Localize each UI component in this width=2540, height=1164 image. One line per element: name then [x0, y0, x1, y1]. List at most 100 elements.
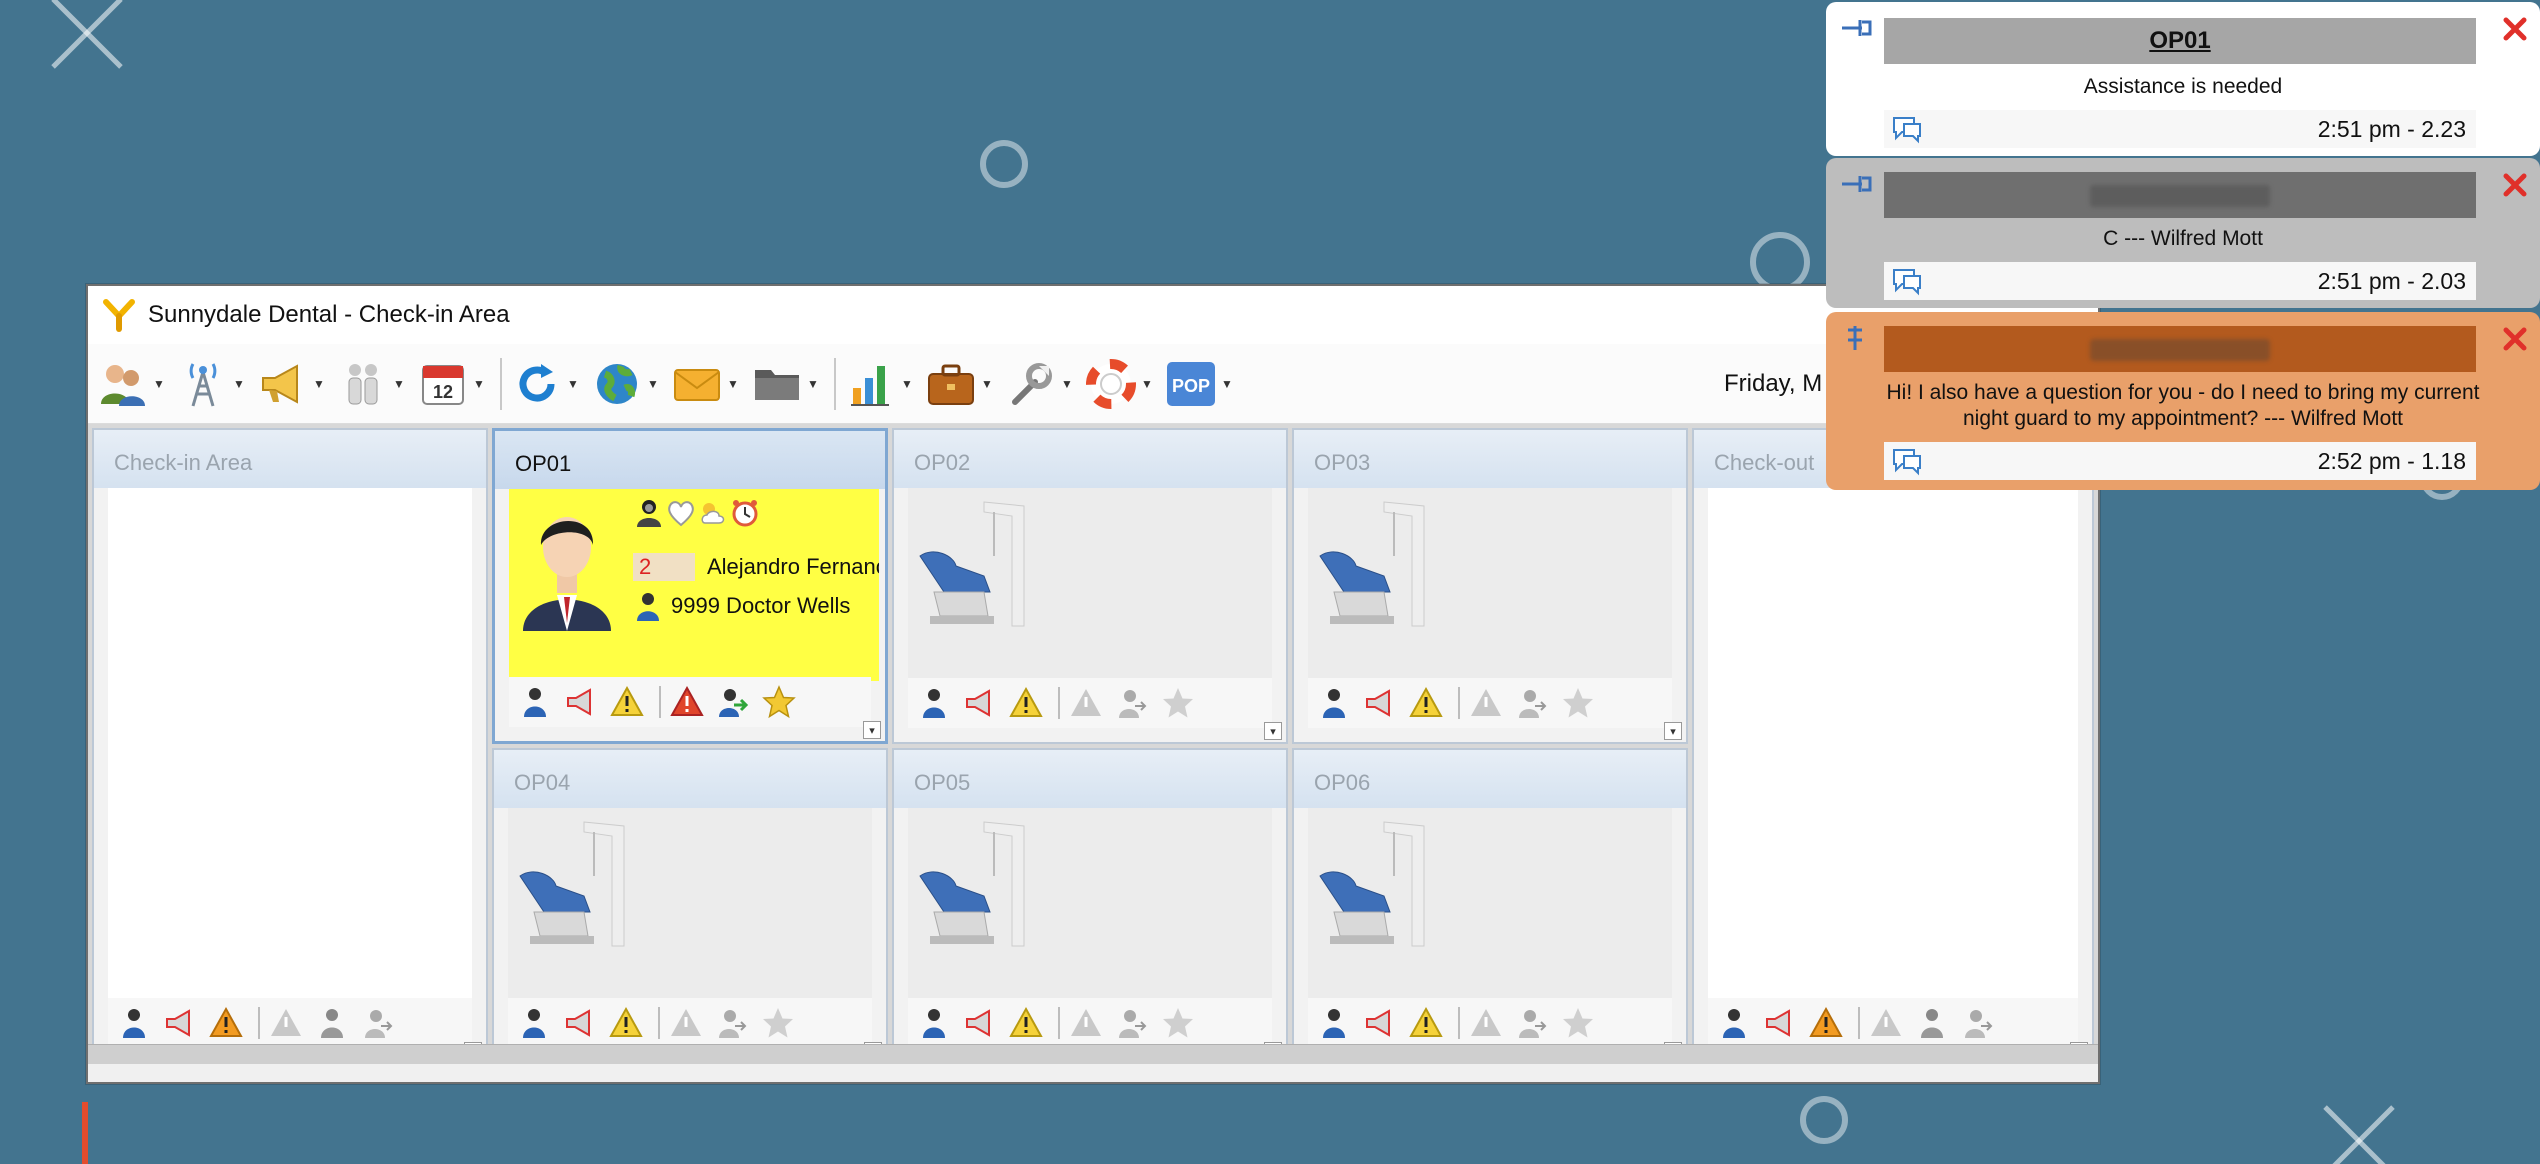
patient-name[interactable]: Alejandro Fernanc: [707, 554, 879, 580]
warning-yellow-icon[interactable]: [1006, 683, 1046, 723]
calendar-dropdown-arrow[interactable]: ▼: [472, 354, 486, 414]
mail-dropdown-arrow[interactable]: ▼: [726, 354, 740, 414]
tools-dropdown-arrow[interactable]: ▼: [1060, 354, 1074, 414]
staff-icon[interactable]: [334, 355, 392, 413]
warning-gray-icon[interactable]: [1466, 1003, 1506, 1043]
heart-icon[interactable]: [665, 497, 697, 529]
person-blue-icon[interactable]: [514, 1003, 554, 1043]
patients-dropdown-arrow[interactable]: ▼: [152, 354, 166, 414]
room-body[interactable]: [908, 488, 1272, 678]
pin-icon[interactable]: [1838, 170, 1872, 198]
notification-message-3[interactable]: Hi! I also have a question for you - do …: [1826, 312, 2540, 490]
room-check-out[interactable]: Check-out ▾: [1692, 428, 2094, 1064]
megaphone-red-icon[interactable]: [561, 682, 601, 722]
patients-icon[interactable]: [94, 355, 152, 413]
person-gray-icon[interactable]: [312, 1003, 352, 1043]
transfer-gray-icon[interactable]: [1958, 1003, 1998, 1043]
person-blue-icon[interactable]: [114, 1003, 154, 1043]
close-icon[interactable]: [2500, 170, 2530, 200]
room-op04[interactable]: OP04 ▾: [492, 748, 888, 1064]
room-dropdown-button[interactable]: ▾: [863, 721, 881, 739]
warning-gray-icon[interactable]: [666, 1003, 706, 1043]
warning-gray-icon[interactable]: [1066, 683, 1106, 723]
briefcase-icon[interactable]: [922, 355, 980, 413]
reply-chat-icon[interactable]: [1890, 266, 1924, 296]
person-blue-icon[interactable]: [515, 682, 555, 722]
chart-dropdown-arrow[interactable]: ▼: [900, 354, 914, 414]
warning-yellow-icon[interactable]: [1406, 683, 1446, 723]
megaphone-red-icon[interactable]: [1360, 683, 1400, 723]
folder-icon[interactable]: [748, 355, 806, 413]
transfer-gray-icon[interactable]: [712, 1003, 752, 1043]
globe-icon[interactable]: [588, 355, 646, 413]
megaphone-red-icon[interactable]: [960, 1003, 1000, 1043]
pop-icon[interactable]: POP: [1162, 355, 1220, 413]
chart-icon[interactable]: [842, 355, 900, 413]
transfer-gray-icon[interactable]: [1512, 683, 1552, 723]
staff-dropdown-arrow[interactable]: ▼: [392, 354, 406, 414]
close-icon[interactable]: [2500, 14, 2530, 44]
room-body[interactable]: [508, 808, 872, 998]
room-body[interactable]: [1308, 488, 1672, 678]
broadcast-icon[interactable]: [174, 355, 232, 413]
warning-yellow-icon[interactable]: [606, 1003, 646, 1043]
reply-chat-icon[interactable]: [1890, 446, 1924, 476]
transfer-gray-icon[interactable]: [358, 1003, 398, 1043]
star-gray-icon[interactable]: [1558, 683, 1598, 723]
megaphone-red-icon[interactable]: [1760, 1003, 1800, 1043]
pin-icon[interactable]: [1838, 324, 1872, 352]
megaphone-red-icon[interactable]: [560, 1003, 600, 1043]
megaphone-red-icon[interactable]: [960, 683, 1000, 723]
doctor-icon[interactable]: [633, 497, 665, 529]
person-blue-icon[interactable]: [914, 683, 954, 723]
warning-gray-icon[interactable]: [266, 1003, 306, 1043]
notification-message-2[interactable]: C --- Wilfred Mott 2:51 pm - 2.03: [1826, 158, 2540, 308]
megaphone-red-icon[interactable]: [1360, 1003, 1400, 1043]
warning-yellow-icon[interactable]: [1406, 1003, 1446, 1043]
reply-chat-icon[interactable]: [1890, 114, 1924, 144]
room-op01[interactable]: OP01 2 Alejandro Fernanc 9999 Doctor Wel…: [492, 428, 888, 744]
refresh-icon[interactable]: [508, 355, 566, 413]
room-body[interactable]: [1708, 488, 2078, 998]
warning-gray-icon[interactable]: [1466, 683, 1506, 723]
person-blue-icon[interactable]: [1314, 683, 1354, 723]
help-icon[interactable]: [1082, 355, 1140, 413]
transfer-gray-icon[interactable]: [1512, 1003, 1552, 1043]
tools-icon[interactable]: [1002, 355, 1060, 413]
refresh-dropdown-arrow[interactable]: ▼: [566, 354, 580, 414]
briefcase-dropdown-arrow[interactable]: ▼: [980, 354, 994, 414]
star-gray-icon[interactable]: [1558, 1003, 1598, 1043]
pin-icon[interactable]: [1838, 14, 1872, 42]
megaphone-red-icon[interactable]: [160, 1003, 200, 1043]
person-blue-icon[interactable]: [1314, 1003, 1354, 1043]
calendar-icon[interactable]: 12: [414, 355, 472, 413]
help-dropdown-arrow[interactable]: ▼: [1140, 354, 1154, 414]
warning-orange-icon[interactable]: [1806, 1003, 1846, 1043]
warning-gray-icon[interactable]: [1066, 1003, 1106, 1043]
person-gray-icon[interactable]: [1912, 1003, 1952, 1043]
broadcast-dropdown-arrow[interactable]: ▼: [232, 354, 246, 414]
room-op05[interactable]: OP05 ▾: [892, 748, 1288, 1064]
transfer-gray-icon[interactable]: [1112, 1003, 1152, 1043]
star-gray-icon[interactable]: [1158, 1003, 1198, 1043]
warning-red-icon[interactable]: [667, 682, 707, 722]
room-op02[interactable]: OP02 ▾: [892, 428, 1288, 744]
weather-icon[interactable]: [697, 497, 729, 529]
room-body[interactable]: [908, 808, 1272, 998]
warning-orange-icon[interactable]: [206, 1003, 246, 1043]
star-gold-icon[interactable]: [759, 682, 799, 722]
pop-dropdown-arrow[interactable]: ▼: [1220, 354, 1234, 414]
room-body[interactable]: [1308, 808, 1672, 998]
megaphone-icon[interactable]: [254, 355, 312, 413]
transfer-gray-icon[interactable]: [1112, 683, 1152, 723]
notification-op01[interactable]: OP01 Assistance is needed 2:51 pm - 2.23: [1826, 2, 2540, 156]
warning-yellow-icon[interactable]: [607, 682, 647, 722]
patient-card[interactable]: 2 Alejandro Fernanc 9999 Doctor Wells: [509, 489, 879, 681]
room-dropdown-button[interactable]: ▾: [1664, 722, 1682, 740]
megaphone-dropdown-arrow[interactable]: ▼: [312, 354, 326, 414]
transfer-green-icon[interactable]: [713, 682, 753, 722]
person-blue-icon[interactable]: [1714, 1003, 1754, 1043]
room-body[interactable]: [108, 488, 472, 998]
globe-dropdown-arrow[interactable]: ▼: [646, 354, 660, 414]
star-gray-icon[interactable]: [758, 1003, 798, 1043]
